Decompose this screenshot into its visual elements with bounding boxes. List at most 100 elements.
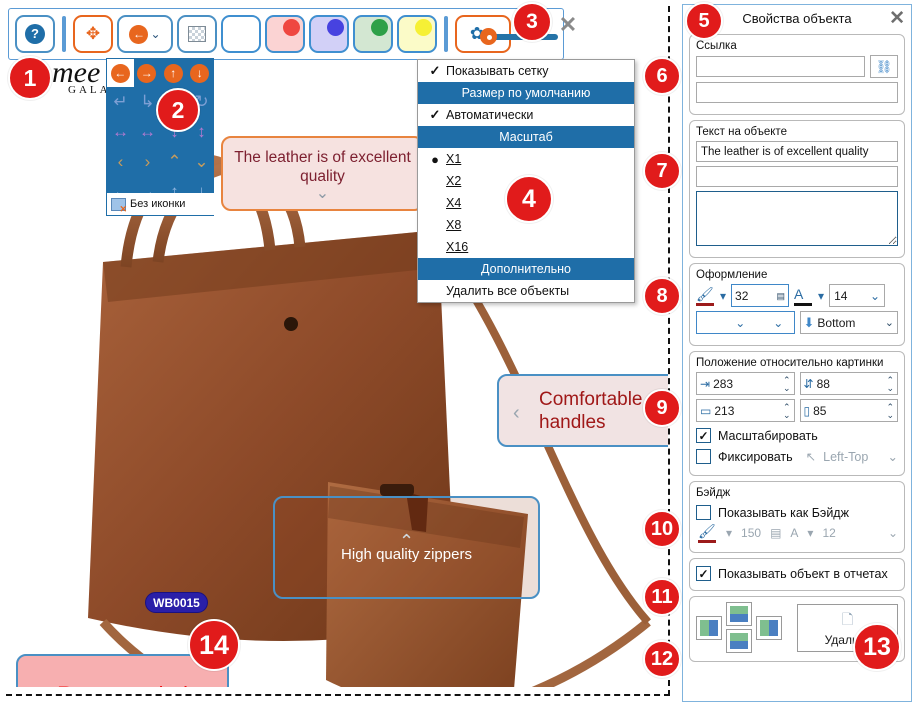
swatch-pink[interactable] <box>265 15 305 53</box>
menu-item-delete-all[interactable]: Удалить все объекты <box>418 280 634 302</box>
menu-item-x16-label[interactable]: X16 <box>446 240 468 254</box>
fill-opacity-field[interactable]: 32 ▤ <box>731 284 790 307</box>
no-icon-label: Без иконки <box>130 198 186 210</box>
font-color-icon[interactable]: A <box>794 287 813 306</box>
badge-fill-dropdown-icon[interactable]: ▾ <box>726 526 732 540</box>
formatting-row-1: 🖌 ▾ 32 ▤ A ▾ 14 ⌄ <box>696 284 898 307</box>
text-on-object-group: Текст на объекте <box>689 120 905 258</box>
menu-item-show-grid[interactable]: ✓ Показывать сетку <box>418 60 634 82</box>
annotation-badge-9: 9 <box>643 389 681 427</box>
align-top-button[interactable] <box>726 602 752 626</box>
scale-checkbox[interactable]: ✓ <box>696 428 711 443</box>
menu-item-x1-label[interactable]: X1 <box>446 152 461 166</box>
annotation-badge-4: 4 <box>505 175 553 223</box>
menu-item-x4-label[interactable]: X4 <box>446 196 461 210</box>
arrow-option-down[interactable]: ↓ <box>187 59 214 87</box>
position-height-value: 85 <box>813 403 827 418</box>
help-button[interactable]: ? <box>15 15 55 53</box>
fill-color-icon[interactable]: 🖌 <box>696 287 715 306</box>
show-as-badge-label: Показывать как Бэйдж <box>718 505 849 520</box>
scale-checkbox-row[interactable]: ✓ Масштабировать <box>696 428 898 443</box>
arrow-right-icon: → <box>137 63 157 83</box>
swatch-yellow[interactable] <box>397 15 437 53</box>
annotation-badge-13: 13 <box>853 623 901 671</box>
vertical-measure-icon: ▯ <box>803 403 811 418</box>
shape-select[interactable]: ⌄ ⌄ <box>696 311 795 334</box>
show-as-badge-row[interactable]: Показывать как Бэйдж <box>696 505 898 520</box>
grid-tool-button[interactable] <box>177 15 217 53</box>
text-big-row <box>696 191 898 246</box>
icon-return-left[interactable]: ↵ <box>107 87 134 117</box>
chevron-down-icon-2: ⌄ <box>773 315 784 330</box>
link-icon[interactable]: ⛓ <box>870 55 898 78</box>
position-height-spinner[interactable]: ⌃ ⌄ <box>886 402 894 419</box>
icon-chevron-down[interactable]: ⌄ <box>188 147 215 177</box>
icon-resize-h-2[interactable]: ↔ <box>134 117 161 147</box>
fill-color-dropdown-icon[interactable]: ▾ <box>720 289 726 303</box>
text-line1-input[interactable] <box>696 141 898 162</box>
badge-group: Бэйдж Показывать как Бэйдж 🖌 ▾ 150 ▤ A ▾… <box>689 481 905 553</box>
position-left-spinner[interactable]: ⌃ ⌄ <box>783 375 791 392</box>
fill-opacity-picker-icon[interactable]: ▤ <box>777 291 786 300</box>
icon-resize-h-1[interactable]: ↔ <box>107 117 134 147</box>
badge-font-dropdown-icon[interactable]: ▾ <box>807 526 813 540</box>
text-line2-input[interactable] <box>696 166 898 187</box>
arrow-icon-popup[interactable]: ← → ↑ ↓ ↵ ↳ ↺ ↻ ↔ ↔ ↕ ↕ ‹ › ⌃ ⌄ ← → ↑ ↓ … <box>106 58 215 216</box>
toolbar-separator-2 <box>444 16 448 52</box>
menu-item-x2-label[interactable]: X2 <box>446 174 461 188</box>
badge-font-color-icon[interactable]: A <box>790 526 798 540</box>
position-top-spinner[interactable]: ⌃ ⌄ <box>886 375 894 392</box>
arrow-option-left[interactable]: ← <box>107 59 134 87</box>
move-tool-button[interactable]: ✥ <box>73 15 113 53</box>
zoom-slider-knob[interactable] <box>480 28 497 45</box>
position-height-field[interactable]: ▯ 85 ⌃ ⌄ <box>799 399 898 422</box>
link-url-input[interactable] <box>696 56 865 77</box>
arrow-option-up[interactable]: ↑ <box>160 59 187 87</box>
menu-item-x1[interactable]: ● X1 <box>418 148 634 170</box>
font-color-dropdown-icon[interactable]: ▾ <box>818 289 824 303</box>
text-big-textarea[interactable] <box>696 191 898 246</box>
align-right-button[interactable] <box>756 616 782 640</box>
menu-item-x16[interactable]: X16 <box>418 236 634 258</box>
chevron-down-icon: ⌄ <box>735 315 746 330</box>
swatch-green[interactable] <box>353 15 393 53</box>
swatch-violet[interactable] <box>309 15 349 53</box>
text-position-select[interactable]: ⬇ Bottom ⌄ <box>799 311 898 334</box>
badge-color-picker-icon[interactable]: ▤ <box>770 526 781 540</box>
align-left-button[interactable] <box>696 616 722 640</box>
show-in-reports-checkbox[interactable]: ✓ <box>696 566 711 581</box>
panel-title: Свойства объекта <box>742 10 852 26</box>
fix-checkbox-row[interactable]: Фиксировать ↖ Left-Top ⌄ <box>696 449 898 464</box>
position-width-spinner[interactable]: ⌃ ⌄ <box>783 402 791 419</box>
icon-chevron-left[interactable]: ‹ <box>107 147 134 177</box>
close-panel-button[interactable]: ✕ <box>889 7 905 30</box>
label-handles-line1: Comfortable <box>539 388 643 410</box>
wb-code-badge[interactable]: WB0015 <box>145 592 208 613</box>
link-second-row <box>696 82 898 103</box>
swatch-white[interactable] <box>221 15 261 53</box>
position-top-field[interactable]: ⇵ 88 ⌃ ⌄ <box>799 372 898 395</box>
label-zippers[interactable]: ⌃ High quality zippers <box>273 496 540 599</box>
font-size-select[interactable]: 14 ⌄ <box>829 284 886 307</box>
no-icon-option[interactable]: Без иконки <box>107 193 215 215</box>
align-bottom-button[interactable] <box>726 629 752 653</box>
icon-chevron-right[interactable]: › <box>134 147 161 177</box>
show-as-badge-checkbox[interactable] <box>696 505 711 520</box>
menu-item-automatic[interactable]: ✓ Автоматически <box>418 104 634 126</box>
annotation-badge-12: 12 <box>643 640 681 678</box>
position-left-field[interactable]: ⇥ 283 ⌃ ⌄ <box>696 372 795 395</box>
menu-header-additional: Дополнительно <box>418 258 634 280</box>
show-in-reports-row[interactable]: ✓ Показывать объект в отчетах <box>696 566 898 581</box>
link-second-input[interactable] <box>696 82 898 103</box>
close-editor-button[interactable]: ✕ <box>556 14 580 38</box>
align-buttons-cluster <box>696 602 792 654</box>
label-leather[interactable]: The leather is of excellent quality ⌄ <box>221 136 424 211</box>
chevron-up-icon: ⌃ <box>398 530 415 551</box>
icon-chevron-up[interactable]: ⌃ <box>161 147 188 177</box>
arrow-option-right[interactable]: → <box>134 59 161 87</box>
fix-checkbox[interactable] <box>696 449 711 464</box>
menu-item-x8-label[interactable]: X8 <box>446 218 461 232</box>
badge-fill-color-icon[interactable]: 🖌 <box>698 524 717 543</box>
arrow-tool-button[interactable]: ← ⌄ <box>117 15 173 53</box>
position-width-field[interactable]: ▭ 213 ⌃ ⌄ <box>696 399 795 422</box>
